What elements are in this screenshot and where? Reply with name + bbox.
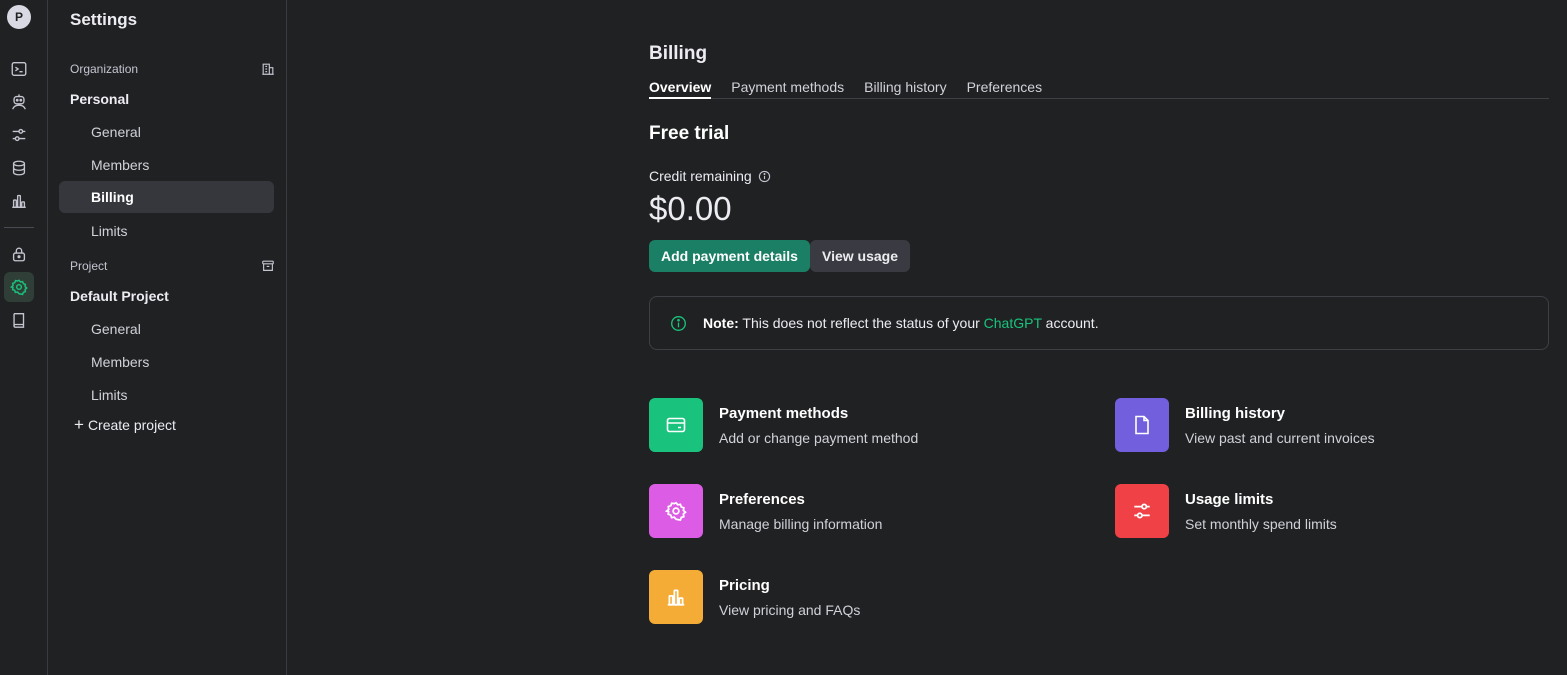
tab-billing-history[interactable]: Billing history — [864, 79, 946, 99]
avatar[interactable]: P — [7, 5, 31, 29]
card-description: Set monthly spend limits — [1185, 516, 1337, 532]
storage-button[interactable] — [4, 153, 34, 183]
card-title: Billing history — [1185, 405, 1286, 422]
note-banner: Note: This does not reflect the status o… — [649, 296, 1549, 350]
card-payment-methods[interactable]: Payment methods Add or change payment me… — [649, 398, 1069, 452]
sliders-icon — [1134, 503, 1150, 519]
card-usage-limits[interactable]: Usage limits Set monthly spend limits — [1115, 484, 1535, 538]
project-name: Default Project — [70, 288, 169, 304]
credit-remaining-label: Credit remaining — [649, 168, 771, 184]
preferences-tile — [649, 484, 703, 538]
chatgpt-link[interactable]: ChatGPT — [984, 315, 1042, 331]
tab-payment-methods[interactable]: Payment methods — [731, 79, 844, 99]
fine-tuning-button[interactable] — [4, 120, 34, 150]
gear-icon — [10, 279, 28, 296]
card-title: Payment methods — [719, 405, 849, 422]
sidebar-item-org-members[interactable]: Members — [59, 149, 274, 181]
card-title: Preferences — [719, 491, 805, 508]
api-keys-button[interactable] — [4, 239, 34, 269]
note-text: Note: This does not reflect the status o… — [703, 315, 1099, 331]
assistants-button[interactable] — [4, 87, 34, 117]
assistant-icon — [12, 94, 26, 110]
docs-button[interactable] — [4, 305, 34, 335]
note-body: This does not reflect the status of your — [742, 315, 980, 331]
project-section-header: Project — [70, 259, 275, 273]
book-icon — [13, 313, 25, 328]
document-icon — [1135, 415, 1149, 435]
icon-rail: P — [0, 0, 48, 675]
organization-name: Personal — [70, 91, 130, 107]
archive-box-icon[interactable] — [261, 259, 275, 273]
usage-button[interactable] — [4, 186, 34, 216]
card-preferences[interactable]: Preferences Manage billing information — [649, 484, 1069, 538]
info-icon — [671, 315, 686, 331]
project-label: Project — [70, 259, 108, 273]
billing-tabs: Overview Payment methods Billing history… — [649, 79, 1549, 99]
note-prefix: Note: — [703, 315, 739, 331]
sidebar-item-org-general[interactable]: General — [59, 116, 274, 148]
card-billing-history[interactable]: Billing history View past and current in… — [1115, 398, 1535, 452]
lock-icon — [12, 247, 26, 262]
credit-value: $0.00 — [649, 190, 732, 227]
create-project-button[interactable]: + Create project — [74, 415, 176, 434]
card-pricing[interactable]: Pricing View pricing and FAQs — [649, 570, 1069, 624]
card-description: View pricing and FAQs — [719, 602, 861, 618]
plan-title: Free trial — [649, 123, 730, 144]
bar-chart-icon — [667, 589, 685, 606]
credit-card-icon — [666, 417, 686, 433]
sidebar-item-project-members[interactable]: Members — [59, 346, 274, 378]
sidebar-item-org-billing[interactable]: Billing — [59, 181, 274, 213]
sidebar-item-org-limits[interactable]: Limits — [59, 215, 274, 247]
billing-main: Billing Overview Payment methods Billing… — [649, 0, 1549, 675]
playground-button[interactable] — [4, 54, 34, 84]
create-project-label: Create project — [87, 417, 176, 433]
tab-preferences[interactable]: Preferences — [967, 79, 1042, 99]
credit-label-text: Credit remaining — [649, 168, 752, 184]
sidebar-item-project-limits[interactable]: Limits — [59, 379, 274, 411]
billing-history-tile — [1115, 398, 1169, 452]
note-suffix: account. — [1045, 315, 1099, 331]
card-description: Manage billing information — [719, 516, 883, 532]
card-title: Pricing — [719, 577, 770, 594]
info-icon[interactable] — [758, 170, 771, 183]
gear-icon — [665, 501, 687, 522]
organization-section-header: Organization — [70, 62, 275, 76]
sliders-icon — [12, 128, 26, 142]
card-title: Usage limits — [1185, 491, 1274, 508]
organization-label: Organization — [70, 62, 139, 76]
usage-limits-tile — [1115, 484, 1169, 538]
sidebar-title: Settings — [70, 10, 138, 29]
view-usage-button[interactable]: View usage — [810, 240, 911, 272]
plus-icon: + — [74, 415, 84, 434]
pricing-tile — [649, 570, 703, 624]
bar-chart-icon — [12, 194, 26, 208]
tab-overview[interactable]: Overview — [649, 79, 712, 99]
card-description: Add or change payment method — [719, 430, 919, 446]
rail-divider — [4, 227, 34, 228]
card-description: View past and current invoices — [1185, 430, 1375, 446]
payment-methods-tile — [649, 398, 703, 452]
settings-sidebar: Settings Organization Personal General M… — [48, 0, 287, 675]
sidebar-item-project-general[interactable]: General — [59, 313, 274, 345]
database-icon — [12, 160, 26, 176]
terminal-icon — [11, 62, 27, 76]
building-icon[interactable] — [261, 62, 275, 76]
settings-button[interactable] — [4, 272, 34, 302]
add-payment-details-button[interactable]: Add payment details — [649, 240, 810, 272]
page-title: Billing — [649, 43, 708, 64]
app-window: P Settings Organization Personal General… — [0, 0, 1567, 675]
